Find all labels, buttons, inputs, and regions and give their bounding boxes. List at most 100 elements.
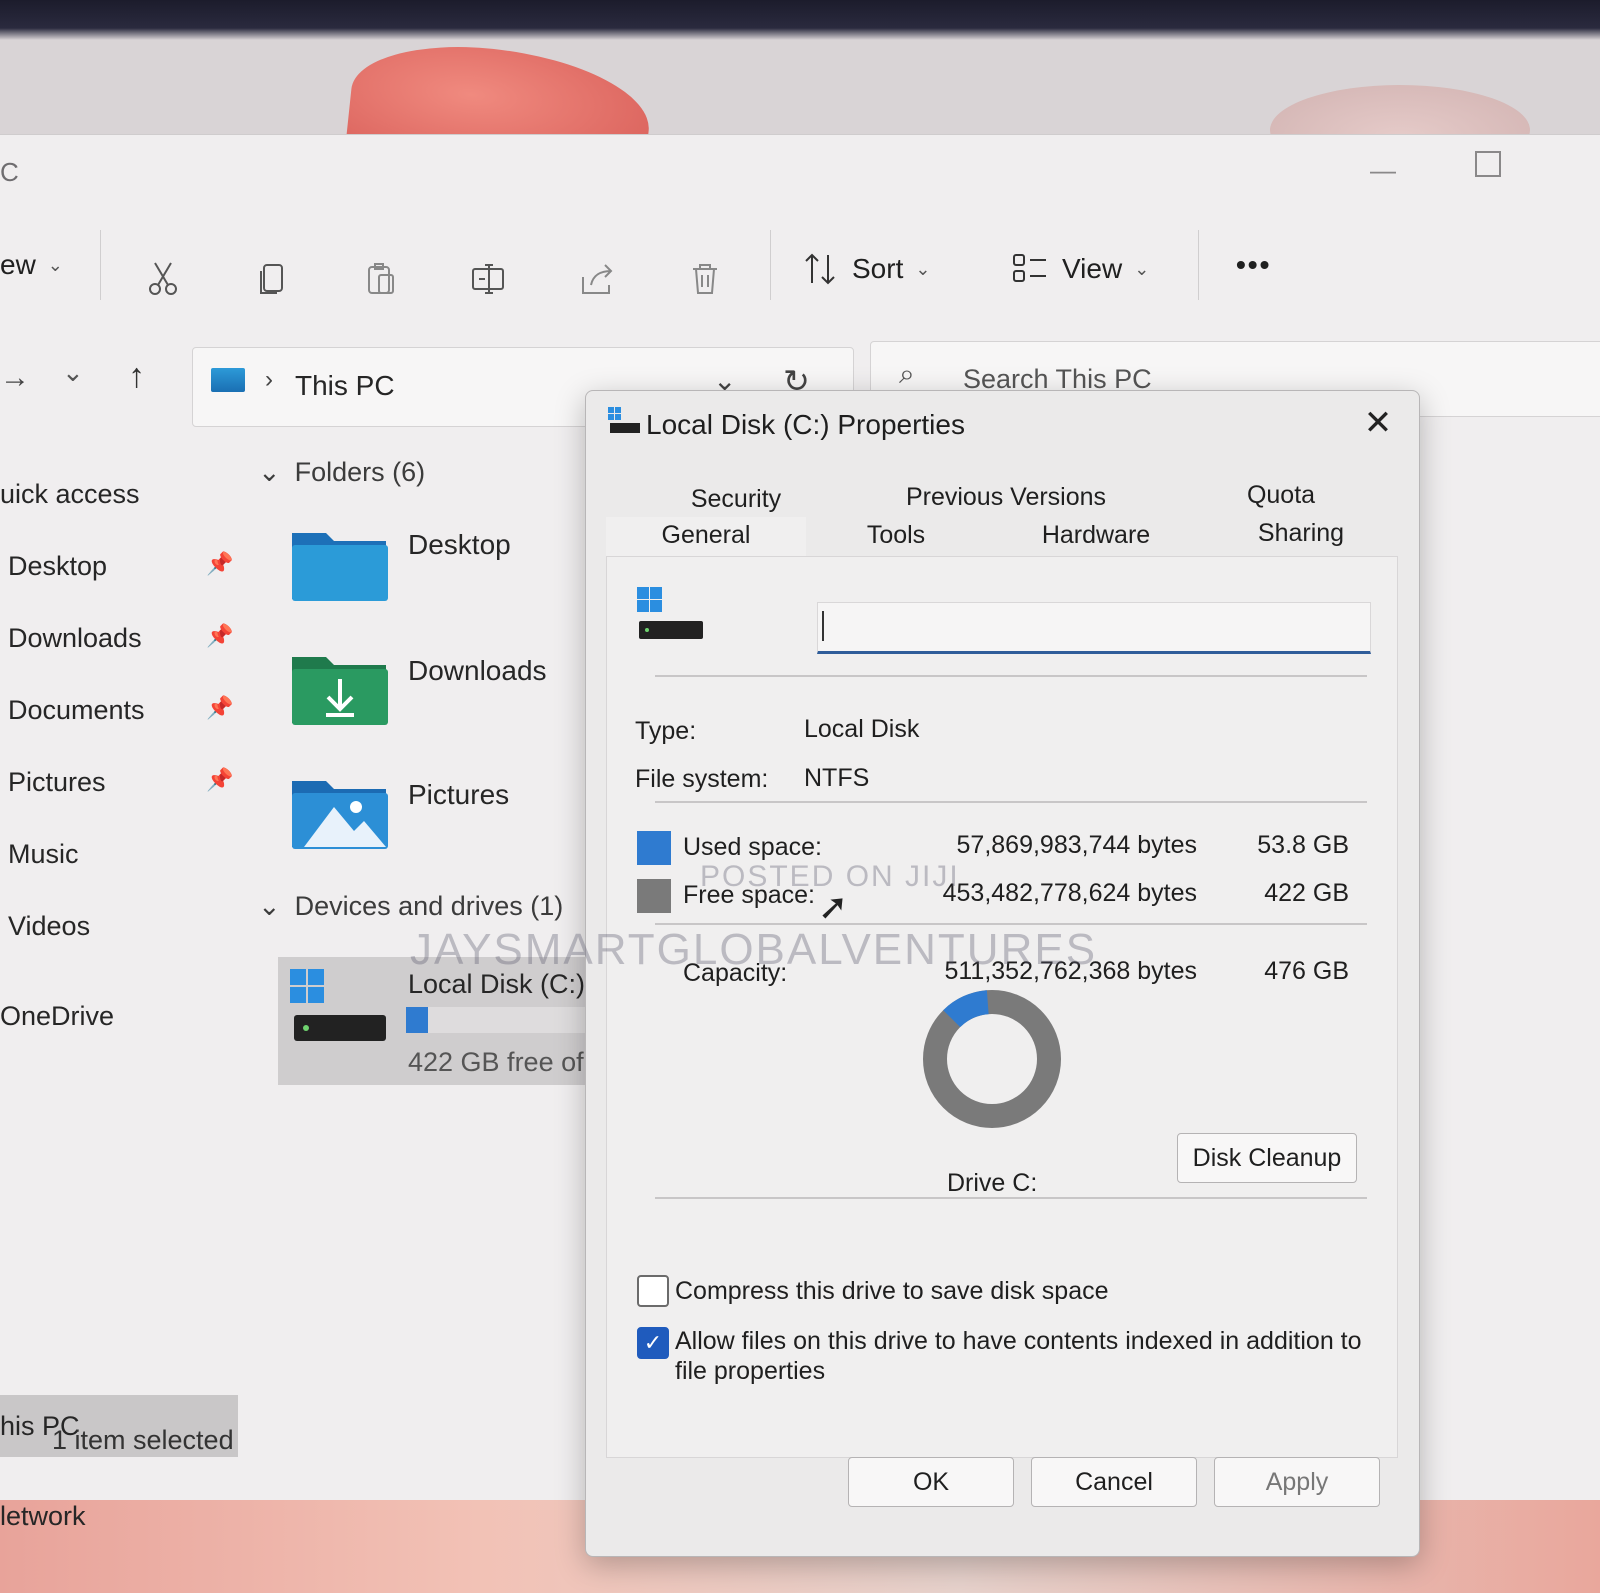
pin-icon: 📌 xyxy=(206,551,234,576)
index-label-line1[interactable]: Allow files on this drive to have conten… xyxy=(675,1327,1362,1356)
tab-hardware[interactable]: Hardware xyxy=(986,521,1206,550)
apply-button[interactable]: Apply xyxy=(1214,1457,1380,1507)
type-value: Local Disk xyxy=(804,715,920,743)
chevron-down-icon: ⌄ xyxy=(1134,258,1150,279)
tab-tools[interactable]: Tools xyxy=(816,521,976,550)
pin-icon: 📌 xyxy=(206,623,234,648)
view-icon xyxy=(1013,254,1046,282)
usage-donut-chart xyxy=(923,990,1061,1128)
share-icon[interactable] xyxy=(572,259,622,299)
chevron-down-icon: ⌄ xyxy=(915,258,931,279)
index-checkbox[interactable]: ✓ xyxy=(637,1327,669,1359)
compress-checkbox[interactable] xyxy=(637,1275,669,1307)
search-icon: ⌕ xyxy=(899,358,915,389)
pin-icon: 📌 xyxy=(206,695,234,720)
up-arrow-icon[interactable]: ↑ xyxy=(128,357,145,396)
cut-icon[interactable] xyxy=(138,259,188,299)
general-tab-panel: Type: Local Disk File system: NTFS Used … xyxy=(606,556,1398,1458)
divider xyxy=(655,675,1367,677)
copy-icon[interactable] xyxy=(248,259,298,299)
tab-quota[interactable]: Quota xyxy=(1206,481,1356,510)
windows-drive-icon xyxy=(290,969,386,1041)
drive-usage-bar xyxy=(406,1007,606,1033)
sidebar-item-videos[interactable]: Videos xyxy=(8,911,90,942)
divider xyxy=(655,801,1367,803)
navigation-pane: uick access Desktop 📌 Downloads 📌 Docume… xyxy=(0,455,240,1531)
more-options-icon[interactable]: ••• xyxy=(1236,249,1271,281)
sort-icon xyxy=(805,253,835,285)
drive-usage-fill xyxy=(406,1007,428,1033)
folders-group-header[interactable]: ⌄ Folders (6) xyxy=(258,457,425,488)
view-label: View xyxy=(1062,253,1123,284)
tab-strip: Security Previous Versions Quota General… xyxy=(606,473,1398,563)
maximize-icon[interactable] xyxy=(1475,151,1501,177)
chevron-down-icon: ⌄ xyxy=(258,891,281,921)
desktop-folder-icon[interactable] xyxy=(290,525,390,603)
used-space-label: Used space: xyxy=(683,833,822,861)
drive-title-icon xyxy=(608,407,640,433)
sidebar-item-documents[interactable]: Documents xyxy=(8,695,145,726)
breadcrumb[interactable]: This PC xyxy=(295,370,395,402)
toolbar-divider xyxy=(100,230,101,300)
status-text: 1 item selected xyxy=(52,1425,234,1455)
new-label: ew xyxy=(0,249,36,280)
forward-arrow-icon[interactable]: → xyxy=(0,361,30,395)
index-label-line2[interactable]: file properties xyxy=(675,1357,825,1386)
watermark-text: JAYSMARTGLOBALVENTURES xyxy=(410,925,1098,974)
toolbar-divider xyxy=(1198,230,1199,300)
paste-icon[interactable] xyxy=(356,259,406,299)
chevron-down-icon: ⌄ xyxy=(258,457,281,487)
rename-icon[interactable] xyxy=(464,259,514,299)
this-pc-icon xyxy=(211,368,245,392)
pin-icon: 📌 xyxy=(206,767,234,792)
folder-label-desktop[interactable]: Desktop xyxy=(408,529,511,561)
title-bar: C — xyxy=(0,135,1600,223)
new-button[interactable]: ew ⌄ xyxy=(0,249,63,281)
sidebar-item-music[interactable]: Music xyxy=(8,839,79,870)
compress-label[interactable]: Compress this drive to save disk space xyxy=(675,1277,1109,1306)
breadcrumb-chevron-icon: › xyxy=(265,366,273,393)
disk-cleanup-button[interactable]: Disk Cleanup xyxy=(1177,1133,1357,1183)
sidebar-item-desktop[interactable]: Desktop xyxy=(8,551,107,582)
sidebar-item-network[interactable]: letwork xyxy=(0,1501,86,1532)
divider xyxy=(655,1197,1367,1199)
tab-previous-versions[interactable]: Previous Versions xyxy=(856,483,1156,512)
view-button[interactable]: View ⌄ xyxy=(1010,249,1149,289)
drive-name-input[interactable] xyxy=(817,602,1371,654)
sort-button[interactable]: Sort ⌄ xyxy=(800,249,930,289)
drive-tile-local-disk[interactable]: Local Disk (C:) 422 GB free of xyxy=(278,957,608,1085)
tab-sharing[interactable]: Sharing xyxy=(1216,519,1386,548)
drives-group-header[interactable]: ⌄ Devices and drives (1) xyxy=(258,891,563,922)
free-space-swatch xyxy=(637,879,671,913)
downloads-folder-icon[interactable] xyxy=(290,649,390,727)
used-space-swatch xyxy=(637,831,671,865)
cancel-button[interactable]: Cancel xyxy=(1031,1457,1197,1507)
delete-icon[interactable] xyxy=(680,259,730,299)
tab-general[interactable]: General xyxy=(606,517,806,560)
dialog-title: Local Disk (C:) Properties xyxy=(646,409,965,440)
ok-button[interactable]: OK xyxy=(848,1457,1014,1507)
mouse-cursor-icon: ➚ xyxy=(818,886,849,927)
text-caret xyxy=(822,611,824,641)
drive-caption: Drive C: xyxy=(947,1169,1038,1197)
free-space-size: 422 GB xyxy=(1264,879,1349,907)
sidebar-item-onedrive[interactable]: OneDrive xyxy=(0,1001,114,1032)
recent-locations-chevron-icon[interactable]: ⌄ xyxy=(62,357,84,388)
file-system-label: File system: xyxy=(635,765,769,793)
folder-label-downloads[interactable]: Downloads xyxy=(408,655,547,687)
pictures-folder-icon[interactable] xyxy=(290,773,390,851)
chevron-down-icon: ⌄ xyxy=(47,254,63,275)
minimize-icon[interactable]: — xyxy=(1370,155,1396,186)
folder-label-pictures[interactable]: Pictures xyxy=(408,779,509,811)
drives-header-label: Devices and drives (1) xyxy=(294,891,564,921)
close-icon[interactable]: ✕ xyxy=(1356,401,1400,445)
drive-free-text: 422 GB free of xyxy=(408,1047,584,1077)
sidebar-item-pictures[interactable]: Pictures xyxy=(8,767,106,798)
sidebar-item-downloads[interactable]: Downloads xyxy=(8,623,142,654)
sidebar-item-quick-access[interactable]: uick access xyxy=(0,479,140,510)
windows-drive-icon xyxy=(637,587,703,639)
sort-label: Sort xyxy=(852,253,904,284)
folders-header-label: Folders (6) xyxy=(294,457,426,487)
tab-security[interactable]: Security xyxy=(646,485,826,514)
capacity-size: 476 GB xyxy=(1264,957,1349,985)
